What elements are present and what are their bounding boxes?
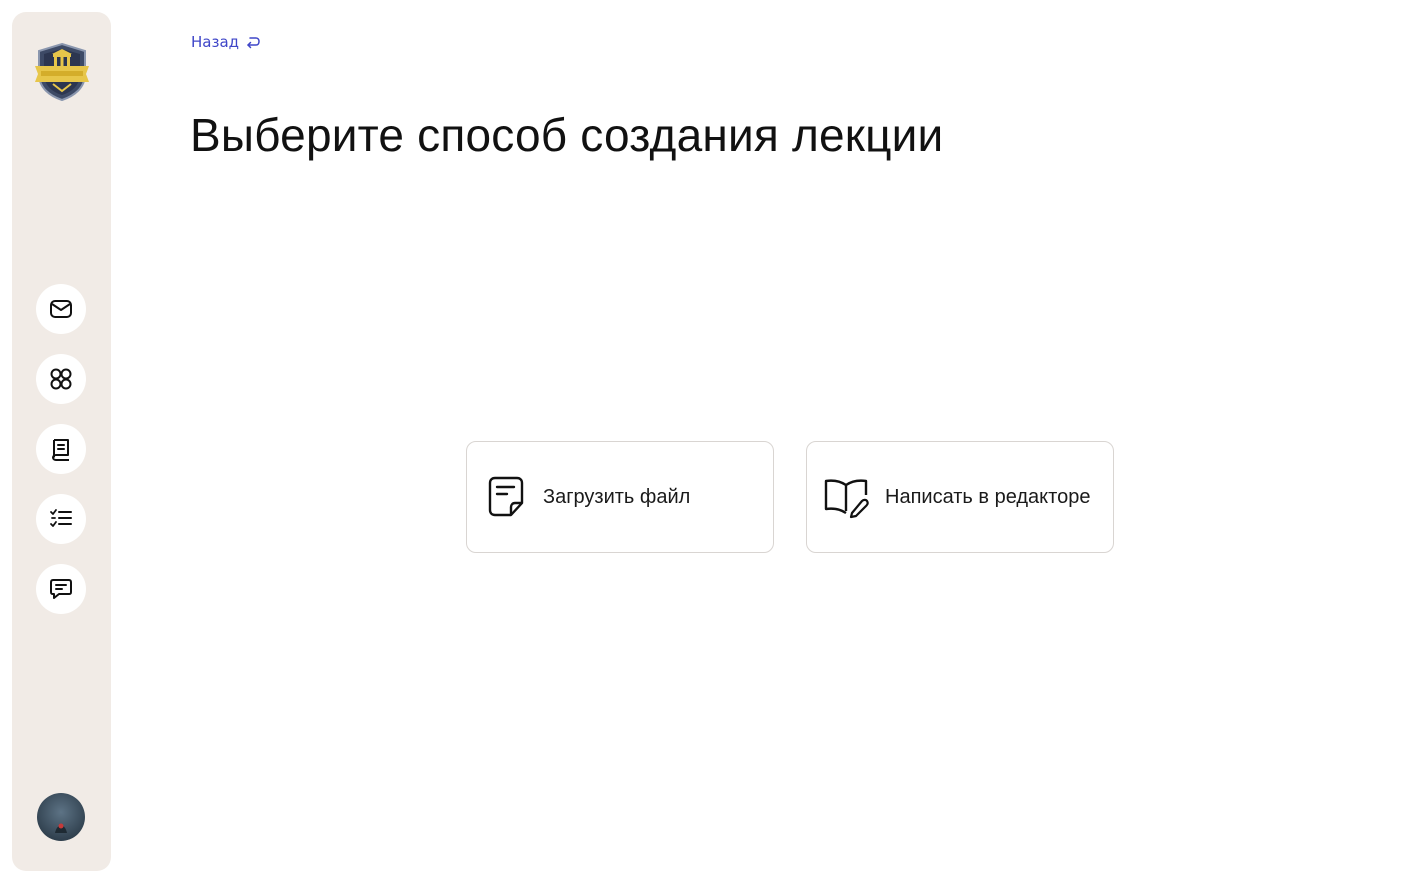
sidebar [12, 12, 111, 871]
grid-icon [50, 368, 72, 390]
return-arrow-icon [247, 37, 260, 49]
academy-logo[interactable] [35, 42, 89, 102]
document-icon [488, 476, 524, 517]
sidebar-item-apps[interactable] [36, 354, 86, 404]
avatar-image-icon [37, 793, 85, 841]
chat-icon [50, 579, 72, 599]
sidebar-item-lectures[interactable] [36, 424, 86, 474]
shield-logo-icon [35, 42, 89, 102]
sidebar-item-mail[interactable] [36, 284, 86, 334]
book-edit-icon [824, 479, 869, 519]
write-in-editor-button[interactable]: Написать в редакторе [806, 441, 1114, 553]
app-root: Назад Выберите способ создания лекции За… [0, 0, 1405, 881]
upload-file-button[interactable]: Загрузить файл [466, 441, 774, 553]
upload-file-label: Загрузить файл [543, 485, 691, 508]
mail-icon [50, 300, 72, 318]
back-label: Назад [191, 33, 240, 51]
sidebar-item-chat[interactable] [36, 564, 86, 614]
user-avatar[interactable] [37, 793, 85, 841]
checklist-icon [50, 509, 72, 527]
page-title: Выберите способ создания лекции [190, 109, 944, 161]
sidebar-item-tasks[interactable] [36, 494, 86, 544]
write-in-editor-label: Написать в редакторе [885, 485, 1091, 508]
book-icon [52, 439, 69, 461]
back-link[interactable]: Назад [191, 33, 261, 51]
